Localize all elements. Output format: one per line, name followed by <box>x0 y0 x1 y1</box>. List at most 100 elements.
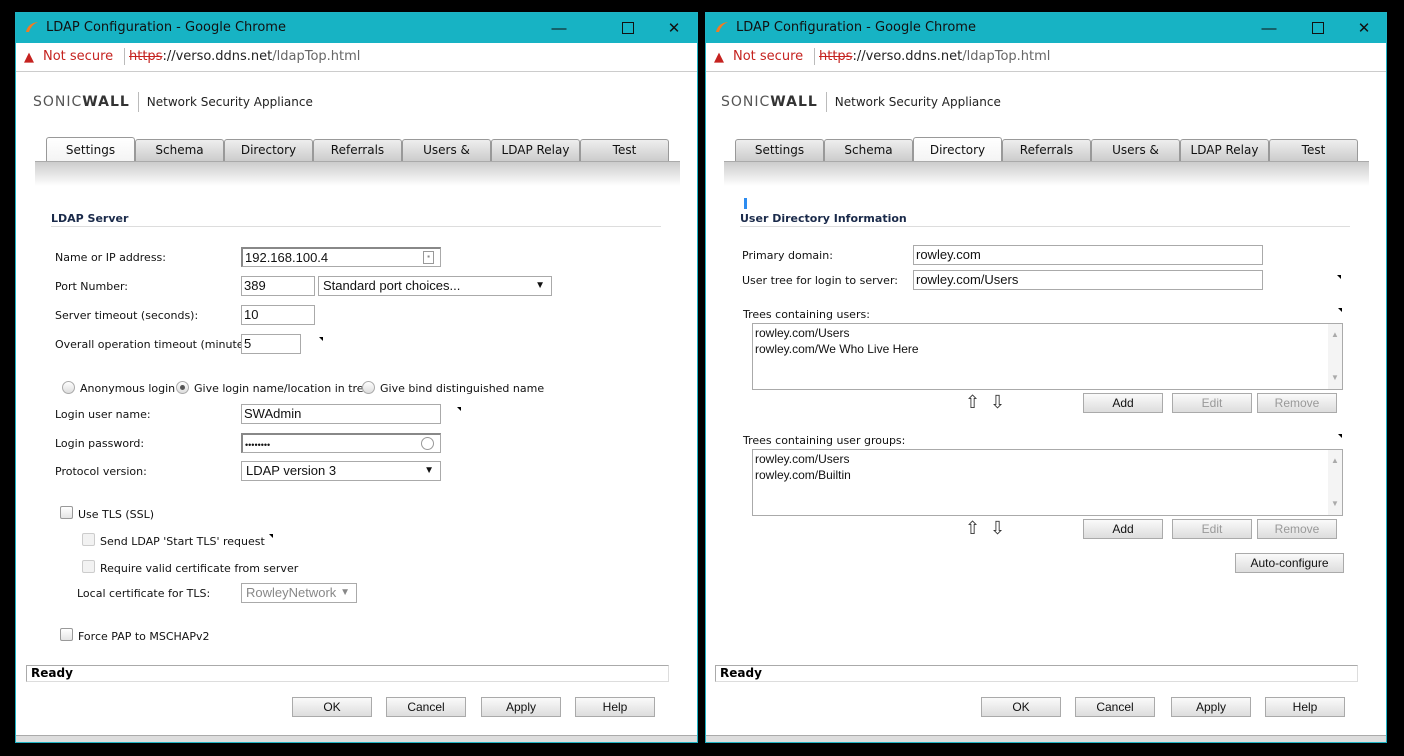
op-timeout-input[interactable]: 5 <box>241 334 301 354</box>
list-item[interactable]: rowley.com/We Who Live Here <box>755 341 1340 357</box>
apply-button[interactable]: Apply <box>1171 697 1251 717</box>
browser-window-directory: LDAP Configuration - Google Chrome — ✕ ▲… <box>705 12 1387 743</box>
force-pap-label: Force PAP to MSCHAPv2 <box>78 630 210 643</box>
list-item[interactable]: rowley.com/Builtin <box>755 467 1340 483</box>
trees-groups-list[interactable]: rowley.com/Users rowley.com/Builtin ▲ ▼ <box>752 449 1343 516</box>
require-cert-checkbox[interactable] <box>82 560 95 573</box>
scroll-up-icon: ▲ <box>1331 330 1339 339</box>
primary-domain-input[interactable]: rowley.com <box>913 245 1263 265</box>
tab-test[interactable]: Test <box>1269 139 1358 161</box>
users-edit-button[interactable]: Edit <box>1172 393 1252 413</box>
radio-bind-dn-label: Give bind distinguished name <box>380 382 545 395</box>
users-remove-button[interactable]: Remove <box>1257 393 1337 413</box>
help-marker-icon <box>1338 434 1342 438</box>
ok-button[interactable]: OK <box>981 697 1061 717</box>
password-manager-icon <box>421 437 434 450</box>
tab-settings[interactable]: Settings <box>46 137 135 161</box>
apply-button[interactable]: Apply <box>481 697 561 717</box>
tab-directory[interactable]: Directory <box>224 139 313 161</box>
security-label: Not secure <box>43 49 114 64</box>
user-tree-label: User tree for login to server: <box>742 274 898 287</box>
radio-bind-dn[interactable] <box>362 381 375 394</box>
tab-users-groups[interactable]: Users & Groups <box>402 139 491 178</box>
url-path: /ldapTop.html <box>962 49 1051 64</box>
window-bottom-bar <box>16 735 697 742</box>
url[interactable]: https://verso.ddns.net/ldapTop.html <box>129 49 360 64</box>
server-timeout-label: Server timeout (seconds): <box>55 309 199 322</box>
tab-schema[interactable]: Schema <box>135 139 224 161</box>
brand-header: SONICWALL Network Security Appliance <box>721 91 1001 113</box>
url-path: /ldapTop.html <box>272 49 361 64</box>
move-up-arrow-icon[interactable]: ⇧ <box>965 392 980 413</box>
sonicwall-logo: SONICWALL <box>721 94 818 110</box>
radio-give-login[interactable] <box>176 381 189 394</box>
list-item[interactable]: rowley.com/Users <box>755 325 1340 341</box>
url-scheme: https <box>129 49 163 64</box>
minimize-button[interactable]: — <box>536 13 582 43</box>
login-user-input[interactable]: SWAdmin <box>241 404 441 424</box>
radio-anonymous[interactable] <box>62 381 75 394</box>
address-bar[interactable]: ▲ Not secure https://verso.ddns.net/ldap… <box>706 43 1386 72</box>
product-name: Network Security Appliance <box>146 95 313 109</box>
section-divider <box>51 226 661 227</box>
groups-add-button[interactable]: Add <box>1083 519 1163 539</box>
maximize-button[interactable] <box>605 13 651 43</box>
scrollbar[interactable]: ▲ ▼ <box>1328 450 1342 515</box>
protocol-select[interactable]: LDAP version 3 ▼ <box>241 461 441 481</box>
login-password-label: Login password: <box>55 437 145 450</box>
users-add-button[interactable]: Add <box>1083 393 1163 413</box>
tab-directory[interactable]: Directory <box>913 137 1002 161</box>
minimize-button[interactable]: — <box>1246 13 1292 43</box>
server-timeout-input[interactable]: 10 <box>241 305 315 325</box>
groups-remove-button[interactable]: Remove <box>1257 519 1337 539</box>
groups-edit-button[interactable]: Edit <box>1172 519 1252 539</box>
close-icon: ✕ <box>1357 20 1371 37</box>
cancel-button[interactable]: Cancel <box>1075 697 1155 717</box>
help-button[interactable]: Help <box>1265 697 1345 717</box>
browser-window-settings: LDAP Configuration - Google Chrome — ✕ ▲… <box>15 12 698 743</box>
maximize-button[interactable] <box>1295 13 1341 43</box>
local-cert-select[interactable]: RowleyNetwork ▼ <box>241 583 357 603</box>
tab-referrals[interactable]: Referrals <box>313 139 402 161</box>
move-down-arrow-icon[interactable]: ⇩ <box>990 392 1005 413</box>
cancel-button[interactable]: Cancel <box>386 697 466 717</box>
help-button[interactable]: Help <box>575 697 655 717</box>
dropdown-arrow-icon: ▼ <box>424 465 434 476</box>
primary-domain-label: Primary domain: <box>742 249 833 262</box>
window-bottom-bar <box>706 735 1386 742</box>
auto-configure-button[interactable]: Auto-configure <box>1235 553 1344 573</box>
tab-referrals[interactable]: Referrals <box>1002 139 1091 161</box>
login-password-input[interactable]: •••••••• <box>241 433 441 453</box>
move-down-arrow-icon[interactable]: ⇩ <box>990 518 1005 539</box>
scrollbar[interactable]: ▲ ▼ <box>1328 324 1342 389</box>
force-pap-checkbox[interactable] <box>60 628 73 641</box>
tab-settings[interactable]: Settings <box>735 139 824 161</box>
sonicwall-logo-icon <box>26 22 38 32</box>
url[interactable]: https://verso.ddns.net/ldapTop.html <box>819 49 1050 64</box>
tab-users-groups[interactable]: Users & Groups <box>1091 139 1180 178</box>
title-bar: LDAP Configuration - Google Chrome — ✕ <box>16 13 697 43</box>
tab-ldap-relay[interactable]: LDAP Relay <box>1180 139 1269 161</box>
tab-ldap-relay[interactable]: LDAP Relay <box>491 139 580 161</box>
brand-divider <box>825 92 827 112</box>
port-input[interactable]: 389 <box>241 276 315 296</box>
autofill-icon: ▪ <box>423 251 434 264</box>
user-tree-input[interactable]: rowley.com/Users <box>913 270 1263 290</box>
list-item[interactable]: rowley.com/Users <box>755 451 1340 467</box>
text-cursor-marker <box>744 198 747 209</box>
close-button[interactable]: ✕ <box>651 13 697 43</box>
port-choices-select[interactable]: Standard port choices... ▼ <box>318 276 552 296</box>
close-button[interactable]: ✕ <box>1341 13 1387 43</box>
start-tls-checkbox[interactable] <box>82 533 95 546</box>
use-tls-checkbox[interactable] <box>60 506 73 519</box>
tab-test[interactable]: Test <box>580 139 669 161</box>
name-ip-input[interactable]: 192.168.100.4 ▪ <box>241 247 441 267</box>
ok-button[interactable]: OK <box>292 697 372 717</box>
tab-bar: Settings Schema Directory Referrals User… <box>735 137 1358 178</box>
help-marker-icon <box>269 534 273 538</box>
address-bar[interactable]: ▲ Not secure https://verso.ddns.net/ldap… <box>16 43 697 72</box>
tab-schema[interactable]: Schema <box>824 139 913 161</box>
trees-users-list[interactable]: rowley.com/Users rowley.com/We Who Live … <box>752 323 1343 390</box>
move-up-arrow-icon[interactable]: ⇧ <box>965 518 980 539</box>
help-marker-icon <box>319 337 323 341</box>
